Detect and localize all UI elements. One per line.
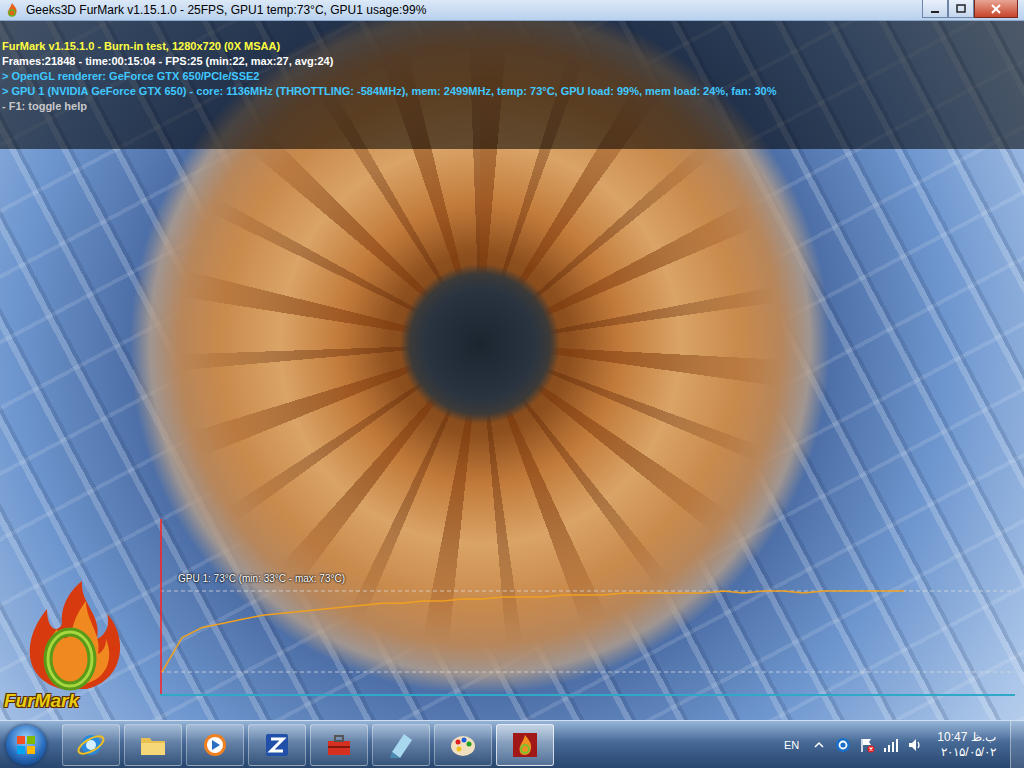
min-line	[160, 672, 1015, 673]
taskbar-button[interactable]	[186, 724, 244, 766]
minimize-button[interactable]	[922, 0, 948, 18]
furmark-window: Geeks3D FurMark v1.15.1.0 - 25FPS, GPU1 …	[0, 0, 1024, 720]
graph-cursor-line	[160, 519, 162, 696]
close-button[interactable]	[974, 0, 1018, 18]
paint-icon	[448, 730, 478, 760]
pupil	[400, 264, 560, 424]
overlay-line: FurMark v1.15.1.0 - Burn-in test, 1280x7…	[2, 39, 1024, 54]
tray-up-arrow-icon[interactable]	[811, 737, 827, 753]
tray-app-icon[interactable]	[835, 737, 851, 753]
maximize-button[interactable]	[948, 0, 974, 18]
taskbar-button[interactable]	[62, 724, 120, 766]
overlay-line: Frames:21848 - time:00:15:04 - FPS:25 (m…	[2, 54, 1024, 69]
z-app-icon	[262, 730, 292, 760]
speaker-icon[interactable]	[907, 737, 923, 753]
clock[interactable]: 10:47 ب.ظ ۲۰۱۵/۰۵/۰۲	[931, 730, 1002, 760]
furmark-icon	[510, 730, 540, 760]
network-signal-icon[interactable]	[883, 737, 899, 753]
taskbar-button[interactable]	[248, 724, 306, 766]
graph-label: GPU 1: 73°C (min: 33°C - max: 73°C)	[178, 573, 345, 584]
overlay-line: > OpenGL renderer: GeForce GTX 650/PCIe/…	[2, 69, 1024, 84]
furmark-logo: FurMark	[2, 579, 152, 714]
toolbox-icon	[324, 730, 354, 760]
temperature-series	[162, 591, 904, 672]
start-button[interactable]	[6, 725, 46, 765]
clock-time: 10:47 ب.ظ	[937, 730, 996, 745]
system-tray: EN 10:47 ب.ظ ۲۰۱۵/۰۵/۰۲	[780, 721, 1024, 768]
close-icon	[990, 4, 1002, 14]
temperature-graph: GPU 1: 73°C (min: 33°C - max: 73°C)	[160, 519, 1015, 696]
taskbar-button[interactable]	[124, 724, 182, 766]
render-view: FurMark v1.15.1.0 - Burn-in test, 1280x7…	[0, 21, 1024, 720]
maximize-icon	[956, 4, 966, 14]
notes-icon	[386, 730, 416, 760]
windows-logo-icon	[16, 735, 36, 755]
taskbar-button[interactable]	[434, 724, 492, 766]
action-center-flag-icon[interactable]	[859, 737, 875, 753]
overlay-line: - F1: toggle help	[2, 99, 1024, 114]
taskbar: EN 10:47 ب.ظ ۲۰۱۵/۰۵/۰۲	[0, 720, 1024, 768]
clock-date: ۲۰۱۵/۰۵/۰۲	[941, 745, 996, 760]
show-desktop-button[interactable]	[1010, 721, 1024, 768]
internet-explorer-icon	[76, 730, 106, 760]
taskbar-button[interactable]	[310, 724, 368, 766]
media-player-icon	[200, 730, 230, 760]
minimize-icon	[930, 4, 940, 14]
graph-baseline	[160, 694, 1015, 696]
window-title: Geeks3D FurMark v1.15.1.0 - 25FPS, GPU1 …	[26, 3, 916, 17]
taskbar-button[interactable]	[496, 724, 554, 766]
title-bar[interactable]: Geeks3D FurMark v1.15.1.0 - 25FPS, GPU1 …	[0, 0, 1024, 21]
furmark-app-icon	[4, 2, 20, 18]
language-indicator[interactable]: EN	[780, 739, 803, 751]
folder-icon	[138, 730, 168, 760]
overlay-line: > GPU 1 (NVIDIA GeForce GTX 650) - core:…	[2, 84, 1024, 99]
graph-canvas	[160, 519, 1015, 696]
logo-text: FurMark	[4, 690, 79, 712]
taskbar-button[interactable]	[372, 724, 430, 766]
info-overlay: FurMark v1.15.1.0 - Burn-in test, 1280x7…	[0, 21, 1024, 149]
